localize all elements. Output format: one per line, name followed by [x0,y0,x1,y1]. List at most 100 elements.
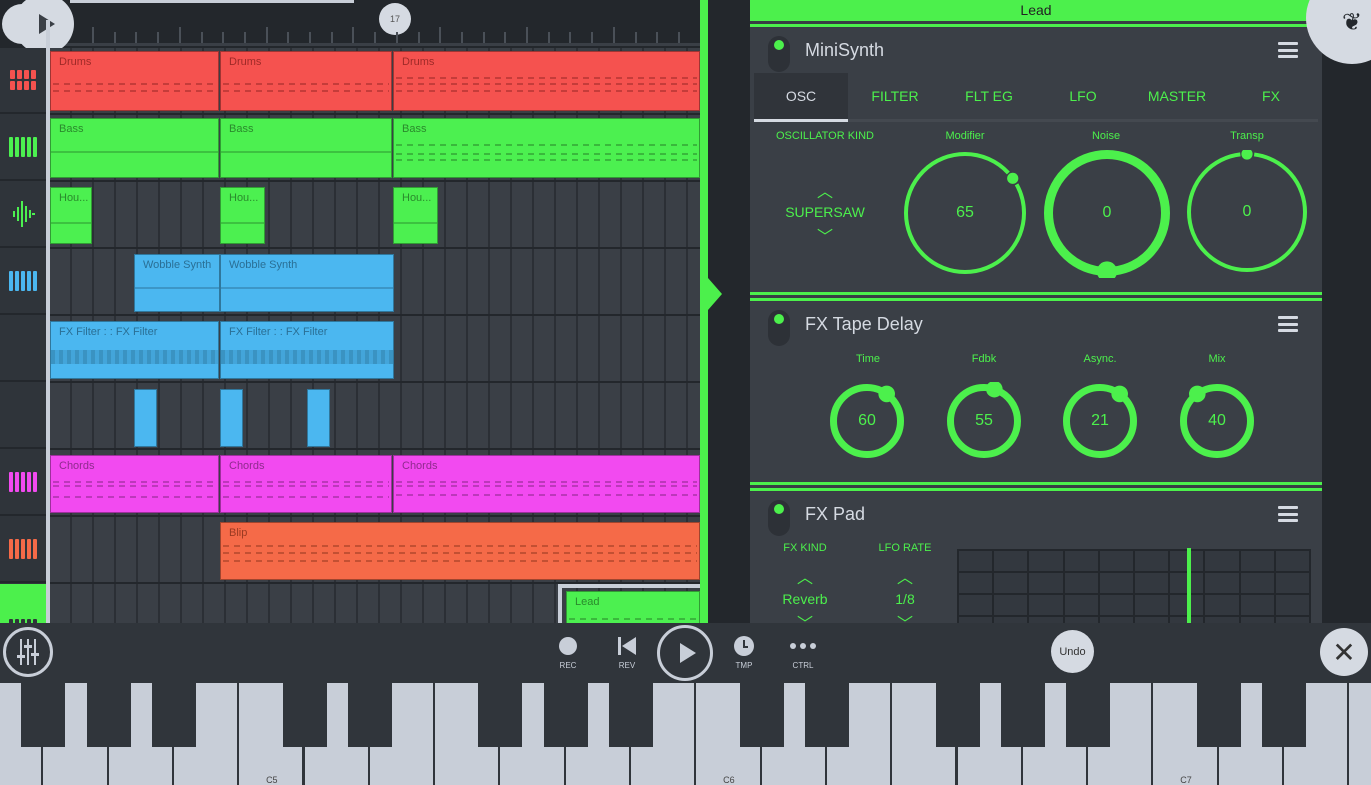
black-key[interactable] [347,683,392,747]
close-button[interactable]: ✕ [1320,628,1368,676]
clip-chords[interactable]: Chords [220,455,392,513]
black-key[interactable] [804,683,849,747]
black-key[interactable] [543,683,588,747]
clip-wobble-synth[interactable]: Wobble Synth [134,254,220,312]
lane-wobble[interactable]: Wobble Synth Wobble Synth [50,249,700,316]
black-key[interactable] [1000,683,1045,747]
track-icon-bass[interactable] [0,115,46,181]
playlist-grid[interactable]: Drums Drums Drums Bass Bass Bass Hou... … [50,48,700,623]
black-key[interactable] [1196,683,1241,747]
xy-pad-cursor[interactable] [1187,548,1192,623]
clip-bass[interactable]: Bass [393,118,700,178]
noise-knob[interactable]: 0 [1042,148,1172,278]
clip-fx-hit[interactable] [307,389,330,447]
ctrl-button[interactable]: CTRL [778,633,828,670]
power-toggle[interactable] [768,36,790,72]
transp-knob[interactable]: 0 [1185,150,1309,274]
track-icon-drums[interactable] [0,48,46,114]
tab-filter[interactable]: FILTER [848,73,942,119]
power-toggle[interactable] [768,500,790,536]
fx-kind-value[interactable]: Reverb [765,591,845,607]
black-key[interactable] [282,683,327,747]
lane-house[interactable]: Hou... Hou... Hou... [50,182,700,249]
rev-button[interactable]: REV [602,633,652,670]
tab-lfo[interactable]: LFO [1036,73,1130,119]
collapse-arrow-icon[interactable] [708,278,722,310]
tempo-button[interactable]: TMP [719,633,769,670]
mix-knob[interactable]: 40 [1178,382,1256,460]
lane-chords[interactable]: Chords Chords Chords [50,450,700,517]
black-key[interactable] [1262,683,1306,747]
clip-blip[interactable]: Blip [220,522,700,580]
chevron-up-icon[interactable]: ︿ [810,178,840,202]
track-icon-house[interactable] [0,182,46,248]
black-key[interactable] [151,683,196,747]
white-key[interactable] [1349,683,1371,785]
tab-flt-eg[interactable]: FLT EG [942,73,1036,119]
lane-fx-hits[interactable] [50,383,700,450]
xy-pad[interactable] [957,549,1311,623]
clip-house[interactable]: Hou... [50,187,92,244]
undo-button[interactable]: Undo [1051,630,1094,673]
clip-drums[interactable]: Drums [393,51,700,111]
clip-fx-hit[interactable] [220,389,243,447]
clip-fx-filter[interactable]: FX Filter : : FX Filter [220,321,394,379]
clip-bass[interactable]: Bass [220,118,392,178]
clip-house[interactable]: Hou... [393,187,438,244]
time-knob[interactable]: 60 [828,382,906,460]
chevron-down-icon[interactable]: ﹀ [890,610,920,623]
clip-lead[interactable]: Lead [566,591,700,623]
chevron-up-icon[interactable]: ︿ [790,564,820,588]
menu-icon[interactable] [1278,506,1298,522]
clip-wobble-synth[interactable]: Wobble Synth [220,254,394,312]
lfo-rate-value[interactable]: 1/8 [865,591,945,607]
rec-button[interactable]: REC [543,633,593,670]
feedback-knob[interactable]: 55 [945,382,1023,460]
timeline-ruler[interactable]: 17 [0,0,702,48]
clip-bass[interactable]: Bass [50,118,219,178]
menu-icon[interactable] [1278,316,1298,332]
clip-drums[interactable]: Drums [220,51,392,111]
osc-kind-value[interactable]: SUPERSAW [770,204,880,220]
modifier-knob[interactable]: 65 [902,150,1028,276]
tab-osc[interactable]: OSC [754,73,848,119]
chevron-up-icon[interactable]: ︿ [890,564,920,588]
chevron-down-icon[interactable]: ﹀ [810,223,840,247]
clip-chords[interactable]: Chords [50,455,219,513]
clip-chords[interactable]: Chords [393,455,700,513]
clip-house[interactable]: Hou... [220,187,265,244]
black-key[interactable] [935,683,980,747]
track-icon-fx-filter[interactable] [0,316,46,382]
async-knob[interactable]: 21 [1061,382,1139,460]
track-icon-fx-hits[interactable] [0,383,46,449]
clip-fx-filter[interactable]: FX Filter : : FX Filter [50,321,219,379]
chevron-down-icon[interactable]: ﹀ [790,610,820,623]
bar-marker[interactable]: 17 [379,3,411,35]
black-key[interactable] [739,683,784,747]
playhead[interactable] [46,20,50,623]
menu-icon[interactable] [1278,42,1298,58]
lane-fx-filter[interactable]: FX Filter : : FX Filter FX Filter : : FX… [50,316,700,383]
lane-drums[interactable]: Drums Drums Drums [50,48,700,115]
black-key[interactable] [609,683,653,747]
tab-master[interactable]: MASTER [1130,73,1224,119]
tab-fx[interactable]: FX [1224,73,1318,119]
lane-bass[interactable]: Bass Bass Bass [50,115,700,182]
track-icon-blip[interactable] [0,517,46,583]
black-key[interactable] [478,683,523,747]
power-toggle[interactable] [768,310,790,346]
track-icon-wobble[interactable] [0,249,46,315]
scroll-bar[interactable] [70,0,354,3]
piano-keyboard[interactable]: C5 C6 C7 [0,683,1371,785]
lane-lead[interactable]: Lead [50,584,700,623]
mixer-button[interactable] [3,627,53,677]
black-key[interactable] [86,683,131,747]
track-icon-chords[interactable] [0,450,46,516]
black-key[interactable] [1066,683,1111,747]
clip-drums[interactable]: Drums [50,51,219,111]
pattern-play-button[interactable] [657,625,713,681]
panel-splitter[interactable] [700,0,708,623]
lane-blip[interactable]: Blip [50,517,700,584]
clip-fx-hit[interactable] [134,389,157,447]
black-key[interactable] [21,683,66,747]
